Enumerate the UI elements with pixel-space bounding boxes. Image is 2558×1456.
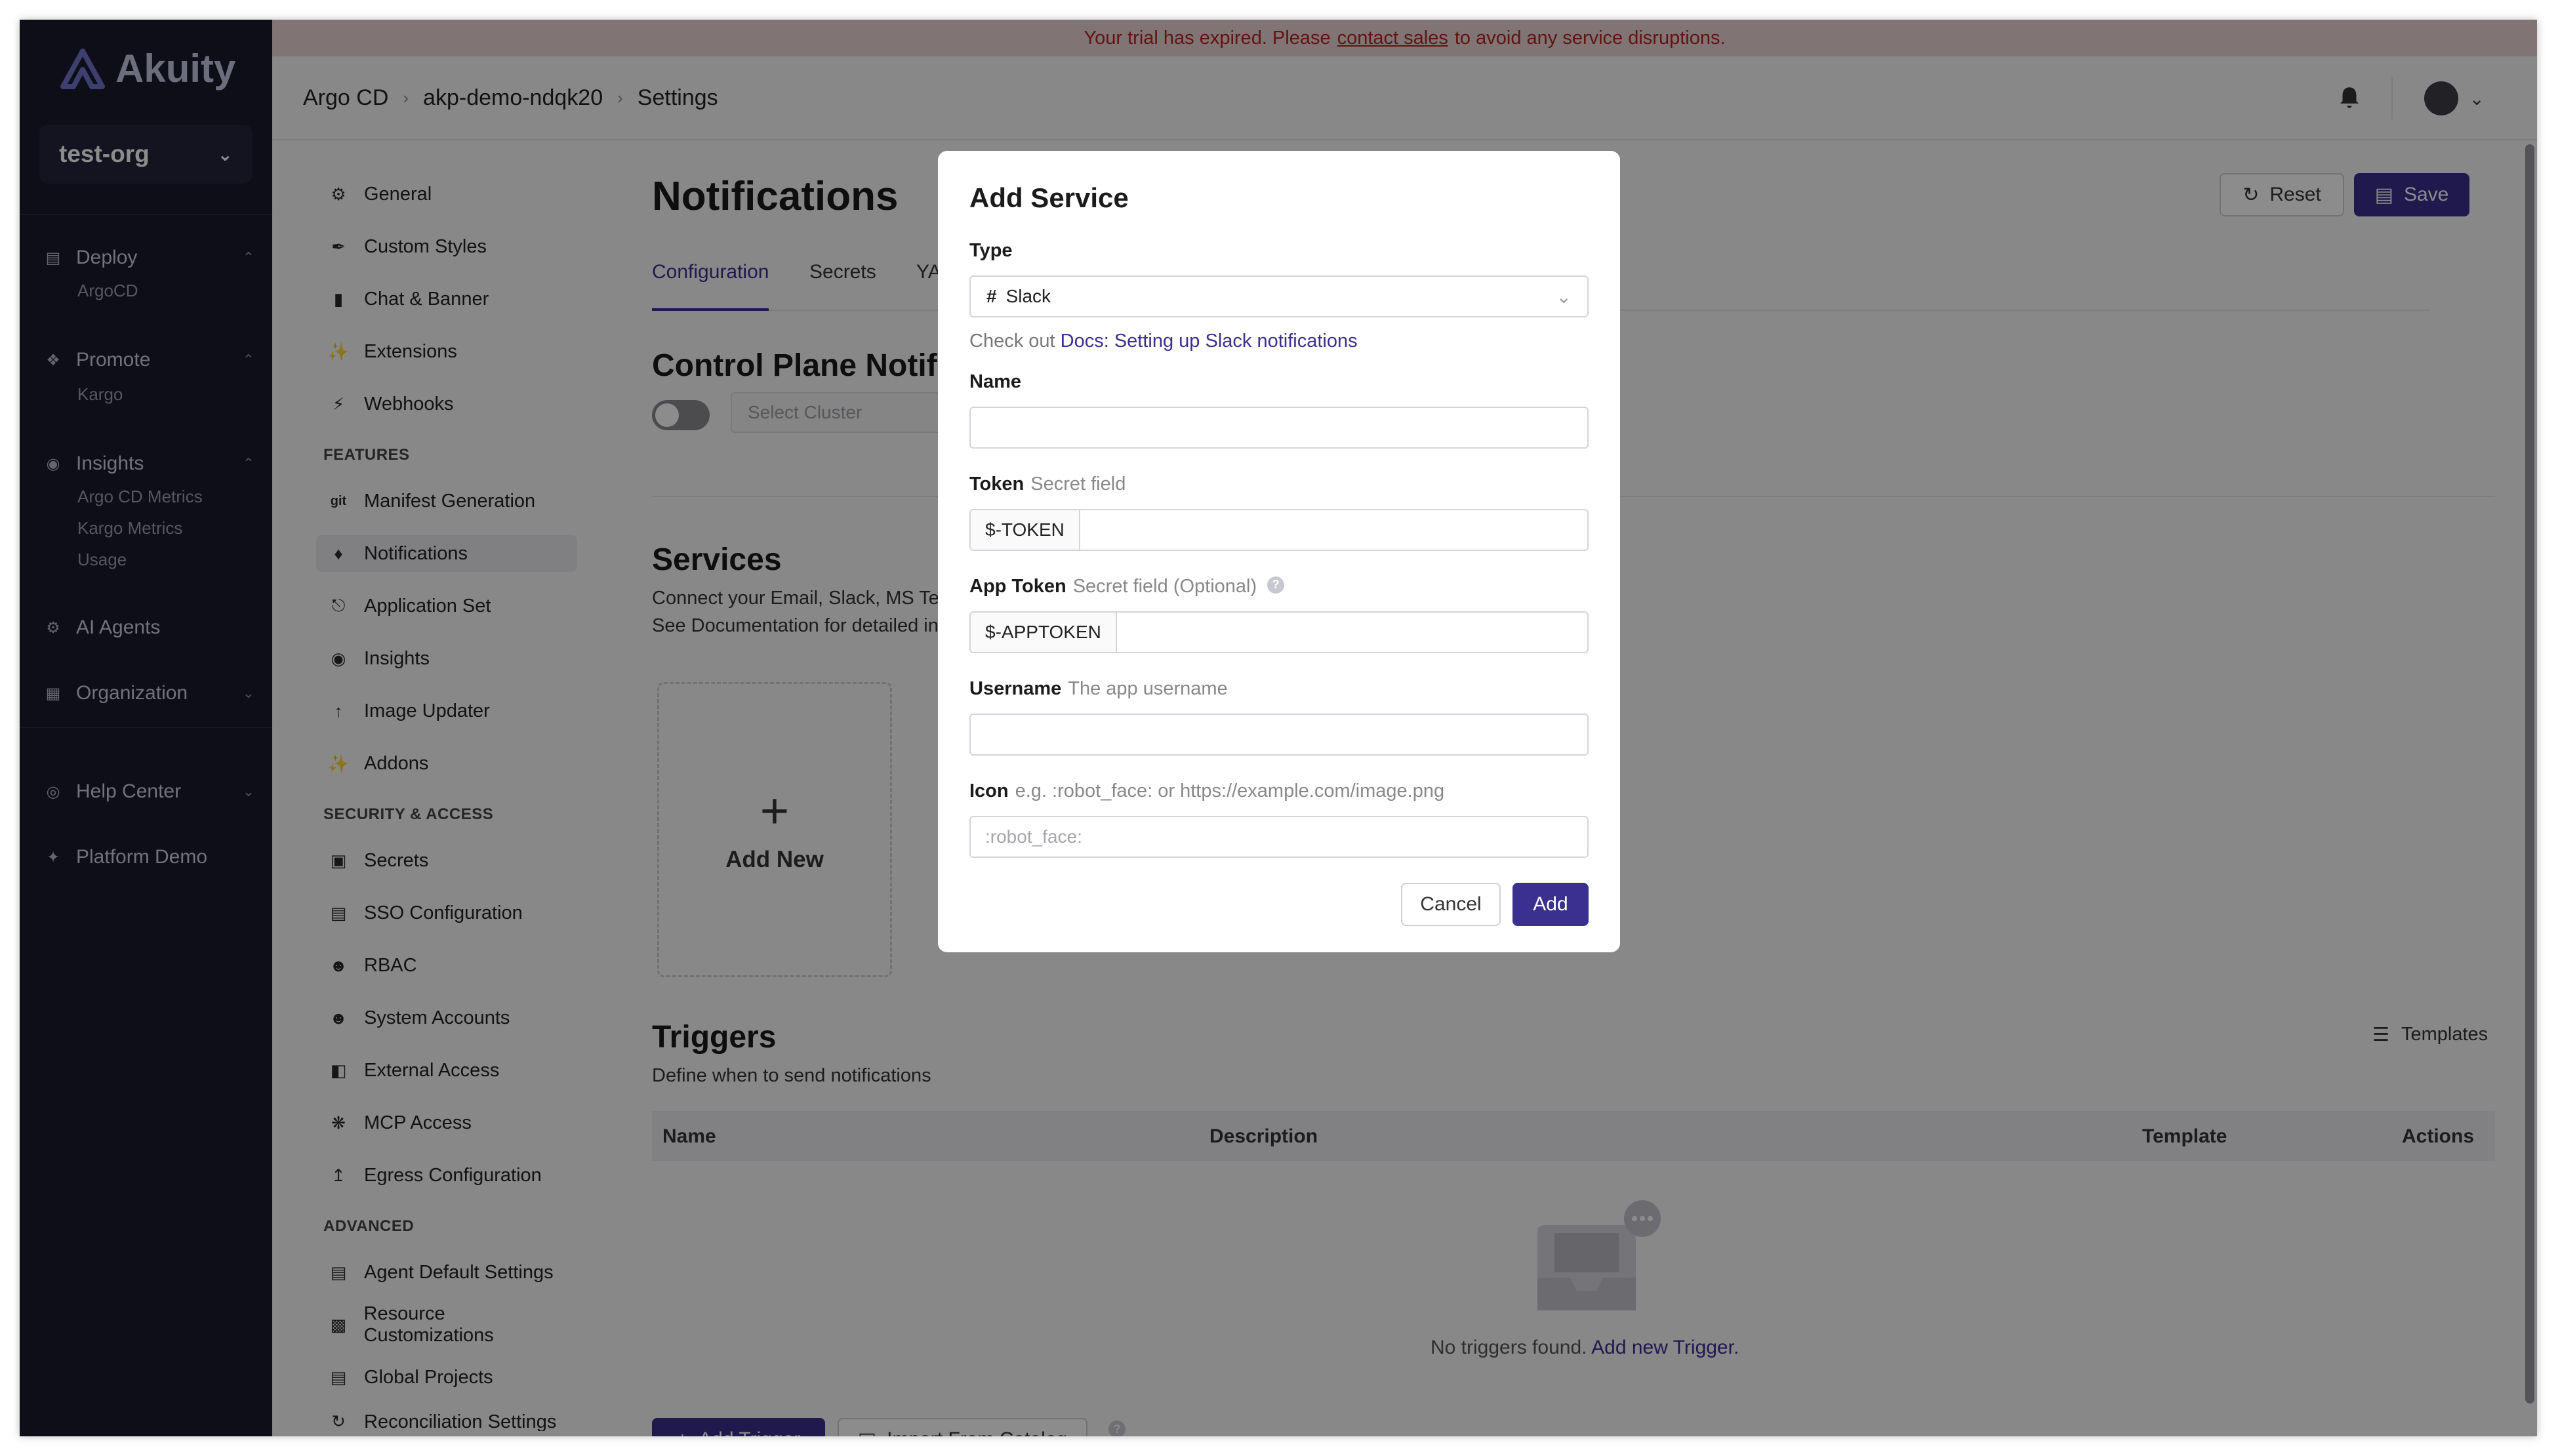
chevron-down-icon: ⌄ [1556,286,1572,307]
app-token-input[interactable]: $-APPTOKEN [969,611,1589,653]
label-hint: e.g. :robot_face: or https://example.com… [1015,780,1445,801]
label-text: Token [969,474,1025,495]
token-input[interactable]: $-TOKEN [969,509,1589,551]
app-window: Akuity test-org ⌄ ▤ Deploy ⌃ ArgoCD ❖ Pr… [20,20,2537,1436]
icon-placeholder: :robot_face: [985,826,1082,847]
app-token-label: App Token Secret field (Optional)? [969,576,1285,597]
label-hint: Secret field (Optional) [1072,576,1257,597]
add-button[interactable]: Add [1512,883,1589,926]
slack-icon: # [986,286,997,306]
type-label: Type [969,240,1013,261]
label-text: Username [969,678,1062,699]
username-input[interactable] [969,714,1589,756]
type-value: Slack [1005,286,1051,306]
name-input[interactable] [969,407,1589,449]
docs-hint: Check out Docs: Setting up Slack notific… [969,331,1358,352]
token-prefix: $-TOKEN [971,510,1080,550]
help-icon[interactable]: ? [1267,576,1285,594]
app-token-prefix: $-APPTOKEN [971,613,1117,652]
label-hint: The app username [1068,678,1228,699]
type-select[interactable]: # Slack ⌄ [969,275,1589,317]
add-service-modal: Add Service Type # Slack ⌄ Check out Doc… [938,151,1620,952]
modal-title: Add Service [969,182,1129,213]
username-label: Username The app username [969,678,1228,700]
slack-docs-link[interactable]: Docs: Setting up Slack notifications [1061,331,1358,352]
cancel-button[interactable]: Cancel [1401,883,1501,926]
label-hint: Secret field [1030,474,1126,495]
name-label: Name [969,371,1021,392]
docs-prefix: Check out [969,331,1055,352]
icon-label: Icon e.g. :robot_face: or https://example… [969,780,1444,802]
label-text: App Token [969,576,1066,597]
icon-input[interactable]: :robot_face: [969,816,1589,858]
token-label: Token Secret field [969,474,1126,495]
label-text: Icon [969,780,1009,801]
